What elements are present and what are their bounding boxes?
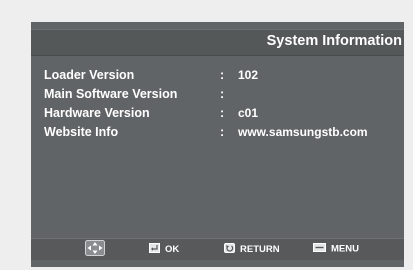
navigation-hint[interactable] [85,240,110,256]
info-separator: : [220,68,225,82]
info-separator: : [220,125,225,139]
return-label: RETURN [240,244,280,255]
info-value: www.samsungstb.com [238,125,368,139]
info-separator: : [220,87,225,101]
enter-key-icon [149,243,160,256]
info-label: Loader Version [44,68,135,82]
system-information-screen: System Information Loader Version : 102 … [31,22,404,267]
info-label: Website Info [44,125,119,139]
info-label: Hardware Version [44,106,150,120]
footer-hint-bar: OK RETURN MENU [31,238,404,260]
navigation-arrows-icon [85,240,105,259]
title-bar: System Information [31,29,404,56]
menu-key-icon [313,243,326,255]
ok-hint[interactable]: OK [149,243,179,257]
info-value: 102 [238,68,259,82]
ok-label: OK [165,244,180,255]
info-value: c01 [238,106,259,120]
menu-label: MENU [331,243,359,255]
return-hint[interactable]: RETURN [224,243,280,257]
return-arrow-icon [224,243,235,256]
info-label: Main Software Version [44,87,178,101]
page-title: System Information [266,33,402,49]
menu-hint[interactable]: MENU [313,243,359,257]
info-separator: : [220,106,225,120]
